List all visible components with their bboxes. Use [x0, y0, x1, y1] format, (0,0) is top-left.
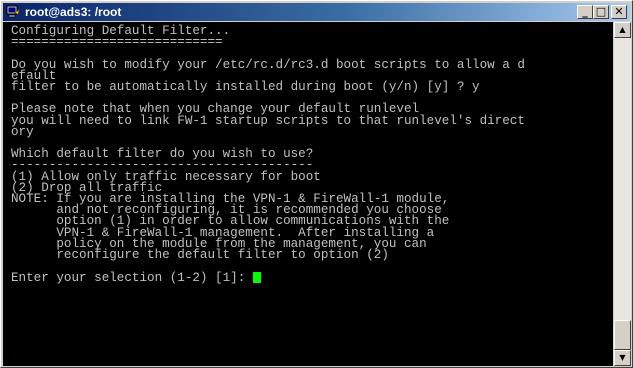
close-button[interactable]: ✕	[611, 5, 627, 19]
close-icon: ✕	[614, 5, 624, 18]
minimize-icon: _	[582, 5, 588, 18]
scroll-down-button[interactable]: ▼	[614, 350, 631, 366]
arrow-up-icon: ▲	[619, 25, 626, 34]
arrow-down-icon: ▼	[619, 353, 626, 362]
putty-terminal-icon	[6, 5, 20, 18]
vertical-scrollbar[interactable]: ▲ ▼	[614, 22, 631, 366]
terminal-line: filter to be automatically installed dur…	[11, 80, 480, 95]
terminal-window: root@ads3: /root _ □ ✕ Configuring Defau…	[0, 0, 633, 368]
title-bar[interactable]: root@ads3: /root _ □ ✕	[3, 3, 630, 21]
minimize-button[interactable]: _	[577, 5, 593, 19]
terminal-line: Enter your selection (1-2) [1]:	[11, 271, 253, 286]
terminal-line: ============================	[11, 35, 223, 50]
window-title: root@ads3: /root	[25, 5, 122, 19]
maximize-button[interactable]: □	[593, 5, 609, 19]
terminal-line: Do you wish to modify your /etc/rc.d/rc3…	[11, 57, 525, 72]
text-cursor	[252, 272, 261, 284]
scroll-thumb[interactable]	[614, 320, 631, 350]
terminal-line: ory	[11, 124, 34, 139]
terminal-console[interactable]: Configuring Default Filter... ==========…	[3, 22, 613, 366]
terminal-line: you will need to link FW-1 startup scrip…	[11, 113, 525, 128]
terminal-line: reconfigure the default filter to option…	[11, 248, 389, 263]
scroll-up-button[interactable]: ▲	[614, 22, 631, 38]
terminal-output: Configuring Default Filter... ==========…	[3, 22, 613, 285]
maximize-icon: □	[595, 5, 607, 18]
